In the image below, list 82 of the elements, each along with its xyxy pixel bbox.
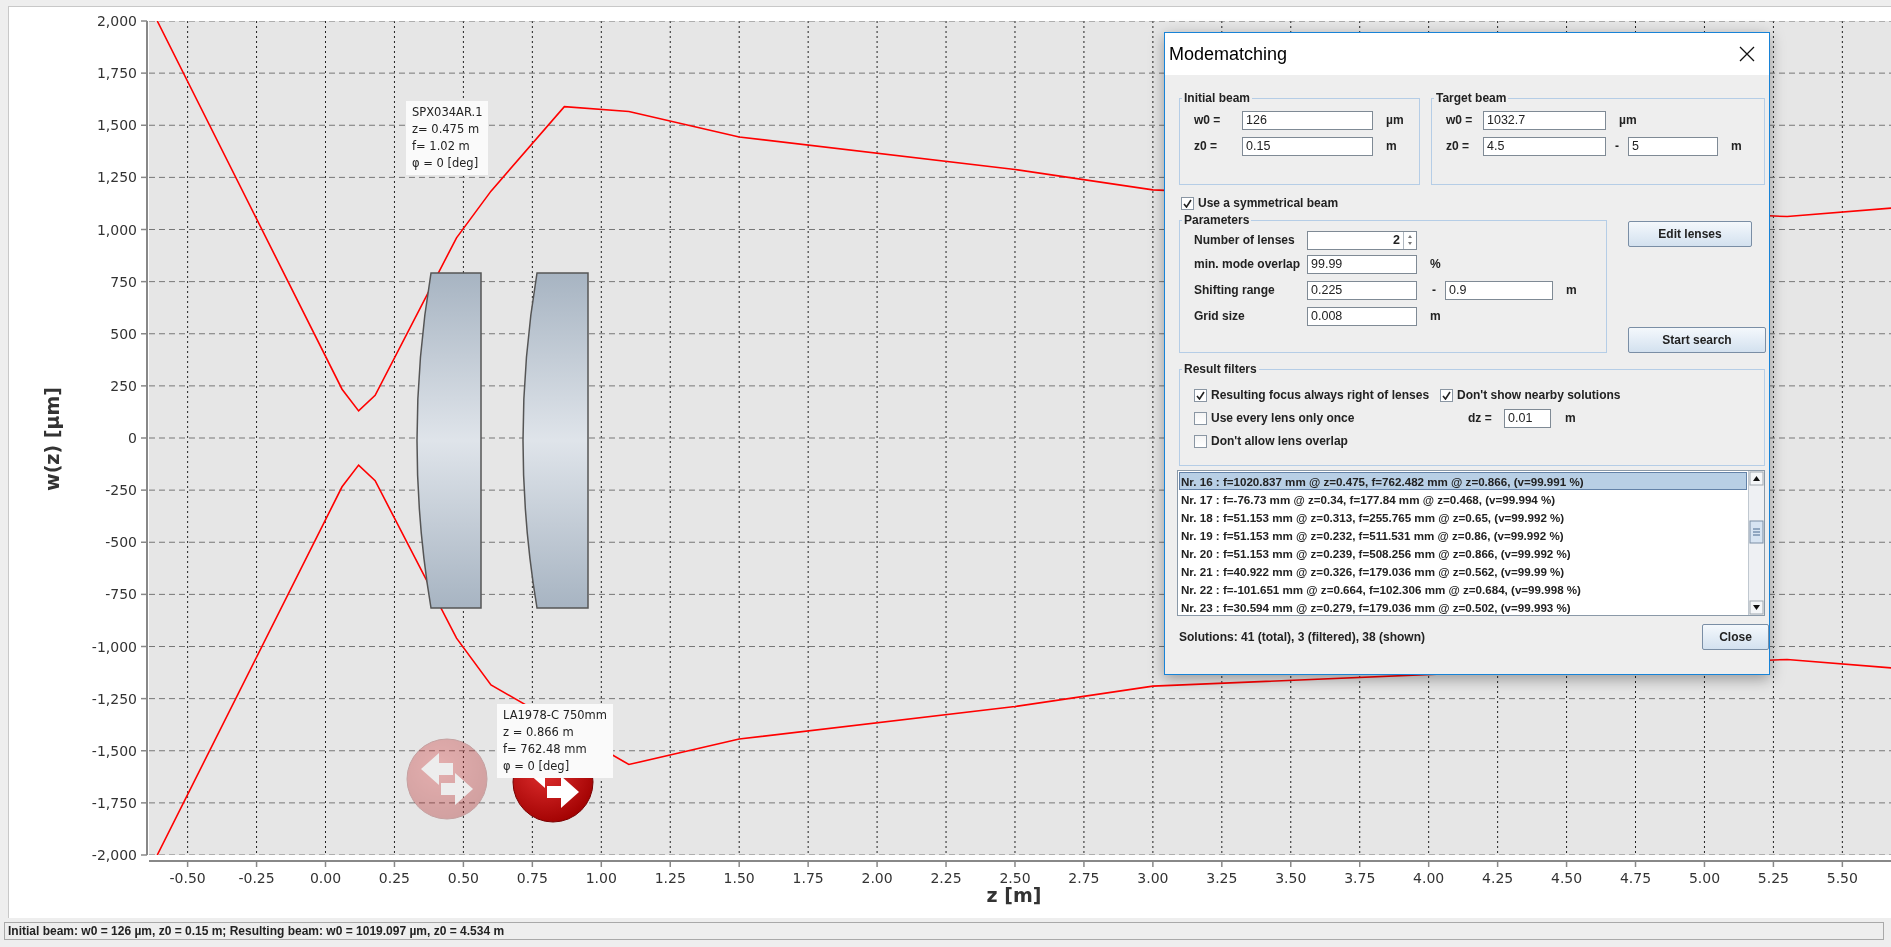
y-tick-label: -1,250 [91,690,137,707]
y-tick-label: -1,750 [91,794,137,811]
x-tick-label: 1.75 [792,870,824,886]
x-tick-label: 2.25 [930,870,962,886]
field-label: z0 = [1446,139,1470,153]
group-title: Parameters [1183,213,1251,227]
group-title: Initial beam [1183,91,1252,105]
x-tick-label: 2.00 [861,870,893,886]
lens-info-text: z = 0.866 m [503,725,575,740]
y-tick-label: 250 [110,377,137,394]
unit-label: m [1565,411,1576,425]
y-tick-label: -250 [105,482,137,499]
checkbox-label: Don't allow lens overlap [1211,434,1348,448]
lens-info-text: z= 0.475 m [412,122,481,137]
lens-info-text: SPX034AR.1 [412,105,483,120]
range-dash: - [1432,283,1436,297]
y-tick-label: -2,000 [91,847,137,863]
solutions-summary: Solutions: 41 (total), 3 (filtered), 38 (shown) [1179,630,1425,644]
x-tick-label: 3.75 [1344,870,1376,886]
range-dash: - [1615,139,1619,153]
status-bar: Initial beam: w0 = 126 µm, z0 = 0.15 m; Resulting beam: w0 = 1019.097 µm, z0 = 4.534 m [4,922,1884,940]
unit-label: m [1566,283,1577,297]
x-tick-label: 0.50 [447,870,479,886]
field-label: w0 = [1194,113,1222,127]
y-tick-label: 1,500 [96,117,137,134]
y-tick-label: -1,500 [91,742,137,759]
lens-info-text: f= 762.48 mm [503,742,588,757]
field-label: z0 = [1194,139,1218,153]
x-tick-label: 3.00 [1137,870,1169,886]
group-title: Result filters [1183,362,1258,376]
x-axis-title: z [m] [986,884,1042,906]
y-tick-label: 1,000 [96,221,137,238]
x-tick-label: 5.25 [1757,870,1789,886]
x-tick-label: 4.50 [1551,870,1583,886]
x-tick-label: 3.50 [1275,870,1307,886]
unit-label: m [1731,139,1742,153]
field-label: dz = [1468,411,1493,425]
y-tick-label: -750 [105,586,137,603]
x-tick-label: 1.25 [654,870,686,886]
x-tick-label: 3.25 [1206,870,1238,886]
y-tick-label: 750 [110,273,137,290]
y-tick-label: 2,000 [96,13,137,29]
lens-info-text: f= 1.02 m [412,139,471,154]
x-tick-label: 4.75 [1619,870,1652,886]
checkbox-label: Don't show nearby solutions [1457,388,1621,402]
x-tick-label: 4.00 [1413,870,1445,886]
x-tick-label: -0.25 [238,870,275,886]
y-tick-label: 0 [128,430,137,446]
x-tick-label: 2.50 [999,870,1031,886]
x-tick-label: 1.50 [723,870,755,886]
x-tick-label: 0.75 [516,870,548,886]
y-tick-label: 1,750 [96,65,137,82]
field-label: Grid size [1194,309,1246,323]
field-label: min. mode overlap [1194,257,1302,271]
x-tick-label: 5.00 [1688,870,1721,886]
lens-info-text: φ = 0 [deg] [412,156,480,171]
y-tick-label: 1,250 [96,169,137,186]
x-tick-label: 4.25 [1482,870,1514,886]
checkbox-label: Resulting focus always right of lenses [1211,388,1430,402]
group-title: Target beam [1435,91,1508,105]
unit-label: µm [1619,113,1637,127]
field-label: w0 = [1446,113,1474,127]
checkbox-label: Use every lens only once [1211,411,1355,425]
field-label: Number of lenses [1194,233,1296,247]
x-tick-label: 5.50 [1826,870,1858,886]
dialog-title: Modematching [1169,43,1288,65]
checkbox-label: Use a symmetrical beam [1198,196,1339,210]
unit-label: m [1386,139,1397,153]
lens-info-text: LA1978-C 750mm [503,708,607,723]
x-tick-label: 2.75 [1068,870,1100,886]
field-label: Shifting range [1194,283,1276,297]
unit-label: % [1430,257,1441,271]
y-axis-title: w(z) [µm] [41,387,63,491]
y-tick-label: -1,000 [91,638,137,655]
y-tick-label: 500 [110,325,137,342]
unit-label: m [1430,309,1441,323]
x-tick-label: 1.00 [585,870,617,886]
x-tick-label: 0.00 [309,870,342,886]
x-tick-label: -0.50 [169,870,206,886]
x-tick-label: 0.25 [378,870,411,886]
unit-label: µm [1386,113,1404,127]
y-tick-label: -500 [105,534,137,551]
